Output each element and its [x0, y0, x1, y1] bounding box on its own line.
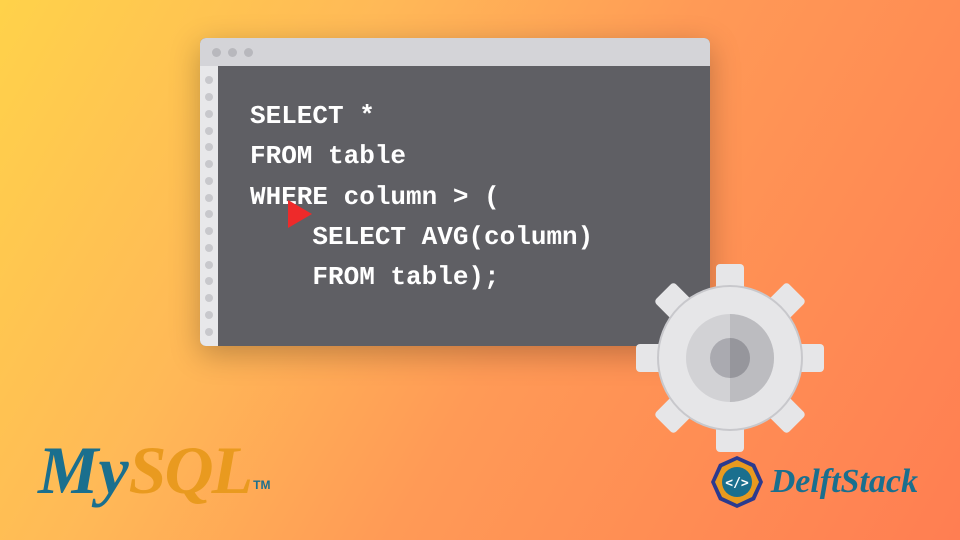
code-line: FROM table: [250, 136, 690, 176]
delftstack-badge-icon: </>: [709, 454, 765, 510]
code-line: FROM table);: [250, 257, 690, 297]
mysql-logo: MySQLTM: [38, 431, 270, 510]
mysql-logo-my: My: [38, 431, 129, 510]
play-triangle-icon: [288, 200, 312, 228]
gear-icon: [630, 258, 830, 463]
code-line: SELECT AVG(column): [250, 217, 690, 257]
delftstack-logo: </> DelftStack: [709, 454, 918, 510]
code-line: WHERE column > (: [250, 177, 690, 217]
window-dot-icon: [244, 48, 253, 57]
svg-text:</>: </>: [725, 476, 749, 491]
window-titlebar: [200, 38, 710, 66]
mysql-logo-sql: SQL: [129, 431, 251, 510]
mysql-logo-tm: TM: [253, 478, 270, 492]
window-dot-icon: [228, 48, 237, 57]
code-line: SELECT *: [250, 96, 690, 136]
delftstack-logo-text: DelftStack: [771, 463, 918, 501]
window-dot-icon: [212, 48, 221, 57]
